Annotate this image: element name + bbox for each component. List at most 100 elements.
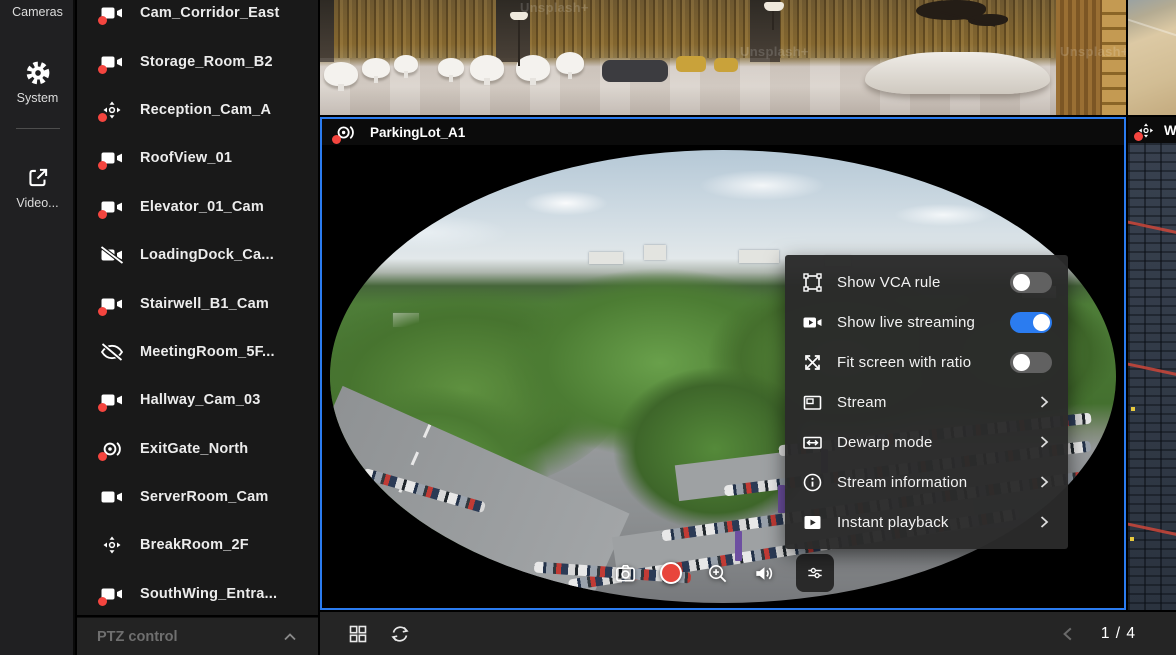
sliders-icon [805, 563, 825, 583]
menu-item-fit-screen[interactable]: Fit screen with ratio [785, 342, 1068, 382]
camera-icon [100, 584, 128, 604]
skyline-building [644, 245, 666, 260]
camera-list-item[interactable]: ServerRoom_Cam [77, 473, 318, 521]
nav-rail: Cameras System Video... [0, 0, 75, 655]
zoom-in-button[interactable] [704, 560, 730, 586]
sky-clouds [330, 150, 1116, 268]
skyline-building [589, 252, 623, 264]
camera-name: Hallway_Cam_03 [140, 392, 261, 408]
menu-item-show-vca-rule[interactable]: Show VCA rule [785, 262, 1068, 302]
camera-list-item[interactable]: MeetingRoom_5F... [77, 328, 318, 376]
grid-layout-button[interactable] [347, 623, 369, 645]
camera-list-panel: Cam_Corridor_East Storage_Room_B2 Recept… [77, 0, 318, 615]
lobby-chair [438, 58, 464, 77]
vca-rule-icon [802, 272, 823, 293]
camera-list-item[interactable]: Hallway_Cam_03 [77, 376, 318, 424]
lobby-chair [394, 55, 418, 73]
camera-list-item[interactable]: LoadingDock_Ca... [77, 231, 318, 279]
menu-item-label: Show VCA rule [837, 274, 1010, 291]
page-navigator: 1 / 4 [1059, 625, 1136, 643]
dewarp-icon [802, 432, 823, 453]
video-tile-lobby[interactable]: Unsplash+ Unsplash+ Unsplash+ [320, 0, 1126, 115]
lobby-lamp-shade [764, 2, 784, 11]
menu-item-stream[interactable]: Stream [785, 382, 1068, 422]
camera-list-item[interactable]: Storage_Room_B2 [77, 37, 318, 85]
menu-item-show-live-streaming[interactable]: Show live streaming [785, 302, 1068, 342]
vca-rule-toggle[interactable] [1010, 272, 1052, 293]
ptz-camera-icon [100, 100, 128, 120]
camera-icon [100, 52, 128, 72]
camera-list-item[interactable]: Cam_Corridor_East [77, 0, 318, 37]
camera-list-item[interactable]: RoofView_01 [77, 134, 318, 182]
lobby-column [320, 0, 334, 62]
live-streaming-toggle[interactable] [1010, 312, 1052, 333]
camera-list-item[interactable]: Reception_Cam_A [77, 86, 318, 134]
settings-button[interactable] [796, 554, 834, 592]
video-toolbar [612, 554, 834, 592]
facade-dot [1130, 537, 1134, 541]
chevron-left-icon[interactable] [1059, 625, 1077, 643]
bottom-toolbar: 1 / 4 [320, 612, 1176, 655]
camera-name: LoadingDock_Ca... [140, 247, 274, 263]
snapshot-button[interactable] [612, 560, 638, 586]
ptz-camera-icon [100, 535, 128, 555]
lobby-floor-lamp [518, 18, 520, 66]
video-tile-partial-right[interactable]: W [1128, 117, 1176, 610]
tile-title: ParkingLot_A1 [370, 125, 465, 140]
lobby-reception-desk [865, 52, 1050, 94]
sequence-icon [389, 623, 411, 645]
rail-divider [16, 128, 60, 129]
sequence-button[interactable] [389, 623, 411, 645]
camera-list-item[interactable]: Elevator_01_Cam [77, 183, 318, 231]
playback-icon [802, 512, 823, 533]
camera-list-item[interactable]: SouthWing_Entra... [77, 570, 318, 615]
lobby-chair [556, 52, 584, 74]
menu-item-dewarp-mode[interactable]: Dewarp mode [785, 422, 1068, 462]
page-indicator: 1 / 4 [1101, 625, 1136, 643]
chevron-right-icon [1036, 434, 1052, 450]
chevron-right-icon [1036, 474, 1052, 490]
camera-name: BreakRoom_2F [140, 537, 249, 553]
fit-screen-toggle[interactable] [1010, 352, 1052, 373]
menu-item-label: Stream information [837, 474, 1036, 491]
skyline-building [739, 250, 779, 263]
nav-item-system[interactable]: System [0, 60, 75, 105]
audio-button[interactable] [750, 560, 776, 586]
menu-item-label: Fit screen with ratio [837, 354, 1010, 371]
camera-name: Cam_Corridor_East [140, 5, 280, 21]
stream-icon [802, 392, 823, 413]
stock-watermark: Unsplash+ [520, 0, 589, 15]
snapshot-icon [614, 562, 637, 585]
menu-item-stream-information[interactable]: Stream information [785, 462, 1068, 502]
camera-list-item[interactable]: ExitGate_North [77, 425, 318, 473]
camera-list: Cam_Corridor_East Storage_Room_B2 Recept… [77, 0, 318, 615]
nav-item-video[interactable]: Video... [0, 165, 75, 210]
facade-dot [1131, 407, 1135, 411]
camera-icon [100, 294, 128, 314]
camera-name: MeetingRoom_5F... [140, 344, 275, 360]
record-button[interactable] [658, 560, 684, 586]
ptz-control-label: PTZ control [97, 629, 178, 645]
tile-title-bar: ParkingLot_A1 [322, 119, 1124, 145]
camera-list-item[interactable]: BreakRoom_2F [77, 521, 318, 569]
tile-title: W [1164, 123, 1176, 138]
nav-item-cameras[interactable]: Cameras [0, 5, 75, 19]
camera-name: Storage_Room_B2 [140, 54, 273, 70]
eye-off-icon [100, 342, 128, 362]
fit-screen-icon [802, 352, 823, 373]
video-tile-partial-top-right[interactable] [1128, 0, 1176, 115]
live-stream-icon [802, 312, 823, 333]
lobby-chair [324, 62, 358, 86]
ptz-control-header[interactable]: PTZ control [77, 617, 318, 655]
nav-item-video-label: Video... [16, 196, 58, 210]
camera-name: ServerRoom_Cam [140, 489, 269, 505]
camera-off-icon [100, 245, 128, 265]
info-icon [802, 472, 823, 493]
video-tile-parkinglot[interactable]: ParkingLot_A1 [320, 117, 1126, 610]
menu-item-label: Show live streaming [837, 314, 1010, 331]
menu-item-label: Instant playback [837, 514, 1036, 531]
camera-list-item[interactable]: Stairwell_B1_Cam [77, 279, 318, 327]
purple-banner [778, 485, 785, 513]
menu-item-instant-playback[interactable]: Instant playback [785, 502, 1068, 542]
lobby-chair [516, 55, 550, 81]
